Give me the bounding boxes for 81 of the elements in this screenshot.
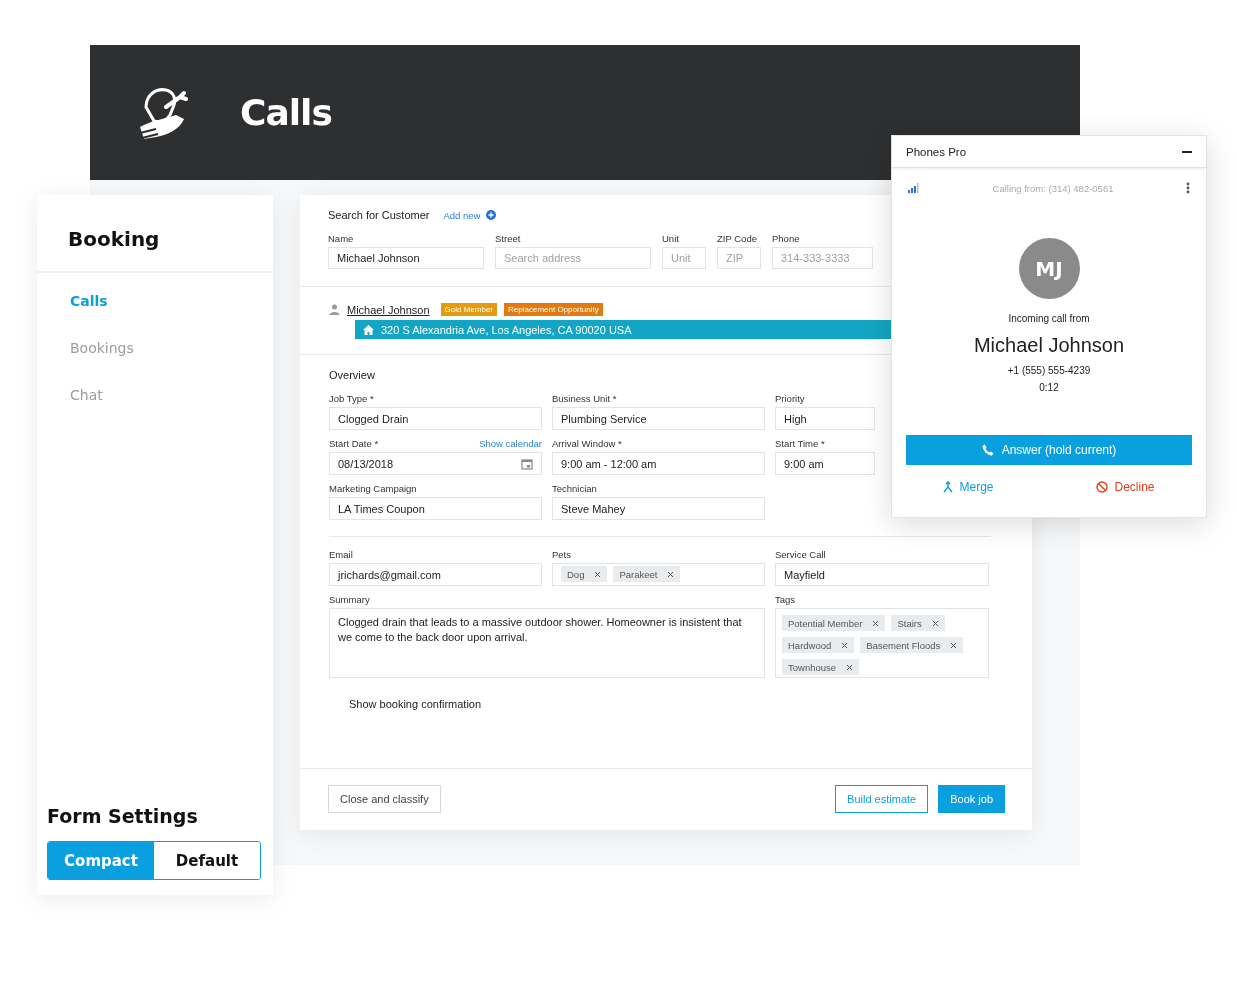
field-label: Start Date * xyxy=(329,438,379,449)
add-icon[interactable] xyxy=(486,210,497,220)
show-calendar-link[interactable]: Show calendar xyxy=(479,438,542,449)
field-label: Pets xyxy=(552,549,572,560)
chip: Potential Member xyxy=(782,615,886,631)
chip: Townhouse xyxy=(782,659,860,675)
field-label: Start Time * xyxy=(775,438,825,449)
input-field[interactable]: Michael Johnson xyxy=(328,247,484,269)
customer-name-link[interactable]: Michael Johnson xyxy=(347,303,430,316)
avatar: MJ xyxy=(1018,238,1080,299)
input-field[interactable]: Mayfield xyxy=(775,563,989,586)
field-label: Street xyxy=(495,233,522,244)
field-label: Name xyxy=(328,233,355,244)
field-label: Arrival Window * xyxy=(552,438,622,449)
page-title: Calls xyxy=(240,92,332,133)
customer-tag: Replacement Opportunity xyxy=(504,303,603,316)
input-field[interactable]: LA Times Coupon xyxy=(329,497,542,520)
chip: Stairs xyxy=(891,615,945,631)
tags-field[interactable]: Potential Member Stairs Hardwood Basement Floods Townhouse xyxy=(775,608,989,678)
input-field[interactable]: Plumbing Service xyxy=(552,407,765,430)
call-duration: 0:12 xyxy=(1039,382,1059,393)
chip: Parakeet xyxy=(613,566,681,582)
caller-number: +1 (555) 555-4239 xyxy=(1007,365,1091,376)
button[interactable]: Close and classify xyxy=(328,785,441,813)
field-label: ZIP Code xyxy=(717,233,758,244)
field-label: Business Unit * xyxy=(552,393,617,404)
incoming-label: Incoming call from xyxy=(1008,313,1090,324)
phone-icon xyxy=(981,444,994,456)
remove-icon[interactable] xyxy=(667,570,675,578)
merge-icon xyxy=(943,481,954,493)
field-label: Unit xyxy=(662,233,680,244)
address-text: 320 S Alexandria Ave, Los Angeles, CA 90020 USA xyxy=(381,323,632,336)
remove-icon[interactable] xyxy=(872,619,880,627)
phone-title: Phones Pro xyxy=(906,145,967,158)
field-label: Tags xyxy=(775,594,797,605)
remove-icon[interactable] xyxy=(950,641,958,649)
section-title: Search for Customer xyxy=(328,209,430,221)
summary-field[interactable]: Clogged drain that leads to a massive outdoor shower. Homeowner is insistent that we come to the back door upon arrival. xyxy=(329,608,765,678)
field-label: Technician xyxy=(552,483,597,494)
field-label: Service Call xyxy=(775,549,827,560)
home-icon xyxy=(363,324,374,335)
input-field[interactable]: Unit xyxy=(662,247,706,269)
decline-button[interactable]: Decline xyxy=(1090,479,1161,495)
remove-icon[interactable] xyxy=(594,570,602,578)
input-field[interactable]: ZIP xyxy=(717,247,761,269)
field-label: Marketing Campaign xyxy=(329,483,417,494)
field-label: Summary xyxy=(329,594,371,605)
chip: Basement Floods xyxy=(860,637,964,653)
input-field[interactable]: 9:00 am - 12:00 am xyxy=(552,452,765,475)
settings-title: Form Settings xyxy=(46,805,199,829)
sidebar-title: Booking xyxy=(37,195,273,273)
minimize-icon[interactable] xyxy=(1182,150,1192,153)
chip: Dog xyxy=(561,566,608,582)
remove-icon[interactable] xyxy=(841,641,849,649)
chip: Hardwood xyxy=(782,637,855,653)
person-icon xyxy=(329,304,340,315)
date-field[interactable]: 08/13/2018 xyxy=(329,452,542,475)
caller-name: Michael Johnson xyxy=(973,334,1125,357)
more-icon[interactable] xyxy=(1186,182,1190,194)
add-new-link[interactable]: Add new xyxy=(443,209,481,221)
input-field[interactable]: Steve Mahey xyxy=(552,497,765,520)
chip-field[interactable]: Dog Parakeet xyxy=(552,563,765,586)
input-field[interactable]: 9:00 am xyxy=(775,452,875,475)
field-label: Job Type * xyxy=(329,393,374,404)
input-field[interactable]: High xyxy=(775,407,875,430)
field-label: Email xyxy=(329,549,354,560)
calendar-icon xyxy=(521,457,533,470)
confirmation-text: Show booking confirmation xyxy=(348,697,483,710)
signal-icon xyxy=(908,183,920,193)
customer-tag: Gold Member xyxy=(440,303,498,316)
input-field[interactable]: Search address xyxy=(495,247,651,269)
input-field[interactable]: jrichards@gmail.com xyxy=(329,563,542,586)
input-field[interactable]: Clogged Drain xyxy=(329,407,542,430)
decline-icon xyxy=(1096,481,1109,493)
remove-icon[interactable] xyxy=(931,619,939,627)
calling-from-text: Calling from: (314) 482-0561 xyxy=(992,182,1114,194)
field-label: Phone xyxy=(772,233,801,244)
section-title: Overview xyxy=(329,369,375,381)
input-field[interactable]: 314-333-3333 xyxy=(772,247,873,269)
field-label: Priority xyxy=(775,393,805,404)
remove-icon[interactable] xyxy=(846,663,854,671)
